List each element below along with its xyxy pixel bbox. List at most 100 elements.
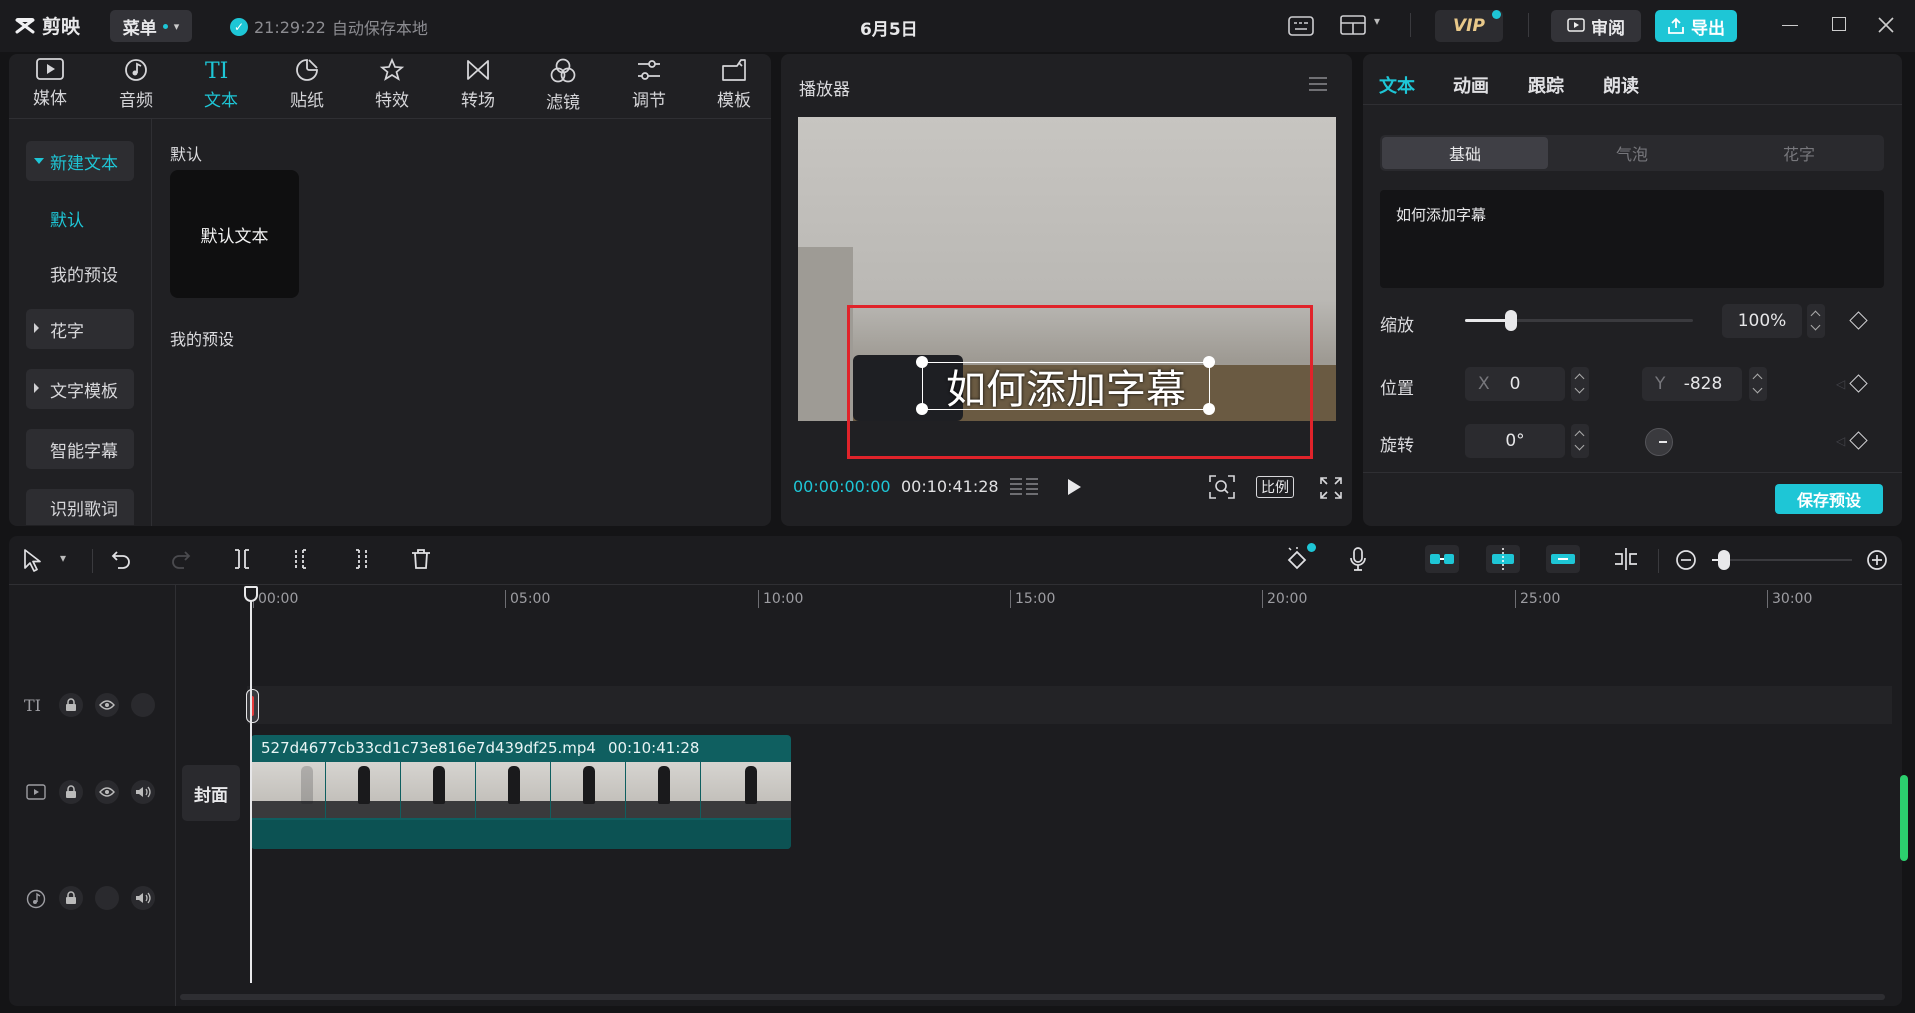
redo-icon[interactable]: [170, 548, 192, 570]
caption-overlay[interactable]: 如何添加字幕: [922, 362, 1210, 413]
hamburger-menu-icon[interactable]: [1308, 76, 1328, 92]
rotation-dial[interactable]: [1645, 428, 1673, 456]
subtab-bubble[interactable]: 气泡: [1549, 137, 1715, 169]
hide-track-button[interactable]: [95, 693, 119, 717]
split-left-icon[interactable]: [292, 548, 312, 570]
undo-icon[interactable]: [110, 548, 132, 570]
export-button[interactable]: 导出: [1655, 10, 1737, 42]
position-x-spinner[interactable]: [1571, 367, 1589, 401]
close-icon[interactable]: [1878, 17, 1894, 33]
scale-value: 100%: [1737, 311, 1787, 331]
tab-media[interactable]: 媒体: [15, 58, 85, 114]
text-clip-handle[interactable]: [246, 689, 259, 723]
playhead-handle-icon[interactable]: [244, 586, 258, 602]
export-label: 导出: [1691, 18, 1725, 39]
mute-track-button[interactable]: [131, 780, 155, 804]
timeline-grid-icon[interactable]: [1008, 476, 1040, 498]
scale-slider[interactable]: [1465, 310, 1693, 331]
horizontal-scrollbar[interactable]: [180, 994, 1885, 1000]
resize-handle-icon[interactable]: [1203, 356, 1215, 368]
tab-tracking[interactable]: 跟踪: [1528, 72, 1564, 98]
position-y-input[interactable]: Y -828: [1642, 367, 1742, 401]
microphone-icon[interactable]: [1349, 547, 1367, 571]
lock-track-button[interactable]: [59, 780, 83, 804]
keyboard-shortcut-icon[interactable]: [1288, 16, 1314, 36]
tab-template[interactable]: 模板: [699, 58, 769, 114]
lock-track-button[interactable]: [59, 693, 83, 717]
playhead[interactable]: [250, 597, 252, 983]
hide-track-button[interactable]: [95, 780, 119, 804]
tab-filter[interactable]: 滤镜: [528, 58, 598, 114]
minimize-icon[interactable]: [1782, 25, 1798, 26]
subtab-basic[interactable]: 基础: [1382, 137, 1548, 169]
rotate-input[interactable]: 0°: [1465, 424, 1565, 458]
mute-track-button[interactable]: [131, 886, 155, 910]
position-y-spinner[interactable]: [1749, 367, 1767, 401]
sidebar-item-text-template[interactable]: 文字模板: [26, 369, 134, 409]
tab-text[interactable]: TI 文本: [186, 58, 256, 114]
ruler-label: 15:00: [1015, 591, 1056, 607]
layout-icon[interactable]: [1340, 15, 1366, 37]
sidebar-item-label: 识别歌词: [50, 499, 118, 520]
zoom-preview-icon[interactable]: [1209, 475, 1235, 499]
auto-snap-button[interactable]: [1486, 545, 1520, 573]
save-preset-button[interactable]: 保存预设: [1775, 484, 1883, 514]
tab-transition-label: 转场: [461, 91, 495, 111]
aspect-ratio-button[interactable]: 比例: [1256, 476, 1294, 498]
linkage-button[interactable]: [1546, 545, 1580, 573]
fullscreen-icon[interactable]: [1320, 477, 1342, 499]
lock-icon: [66, 891, 76, 904]
keyframe-prev-icon[interactable]: ◁: [1836, 434, 1845, 448]
sidebar-item-auto-captions[interactable]: 智能字幕: [26, 429, 134, 469]
scale-value-input[interactable]: 100%: [1722, 304, 1802, 338]
zoom-out-icon[interactable]: [1675, 549, 1697, 571]
position-x-input[interactable]: X 0: [1465, 367, 1565, 401]
maximize-icon[interactable]: [1832, 17, 1846, 31]
scale-slider-knob[interactable]: [1504, 310, 1517, 331]
menu-button[interactable]: 菜单 ▾: [110, 10, 192, 42]
rotate-spinner[interactable]: [1571, 424, 1589, 458]
tab-effects[interactable]: 特效: [357, 58, 427, 114]
preview-axis-icon[interactable]: [1612, 547, 1640, 571]
default-text-card[interactable]: 默认文本: [170, 170, 299, 298]
timeline-zoom-knob[interactable]: [1718, 550, 1730, 570]
subtab-fancy[interactable]: 花字: [1716, 137, 1882, 169]
cover-button[interactable]: 封面: [182, 765, 240, 821]
tab-audio[interactable]: 音频: [101, 58, 171, 114]
play-icon[interactable]: [1065, 477, 1083, 497]
split-icon[interactable]: [232, 548, 252, 570]
vertical-scrollbar[interactable]: [1900, 775, 1908, 861]
tab-transition[interactable]: 转场: [443, 58, 513, 114]
media-icon: [36, 58, 64, 80]
sidebar-item-lyrics[interactable]: 识别歌词: [26, 489, 134, 525]
delete-icon[interactable]: [410, 548, 432, 570]
resize-handle-icon[interactable]: [916, 356, 928, 368]
main-track-magnet-button[interactable]: [1425, 545, 1459, 573]
tab-animation[interactable]: 动画: [1453, 72, 1489, 98]
split-right-icon[interactable]: [350, 548, 370, 570]
app-name: 剪映: [42, 16, 81, 38]
tab-text-inspector[interactable]: 文本: [1379, 72, 1415, 98]
timeline-zoom-slider[interactable]: [1712, 550, 1852, 570]
resize-handle-icon[interactable]: [916, 403, 928, 415]
tab-adjust[interactable]: 调节: [614, 58, 684, 114]
select-mode-chevron-icon[interactable]: ▾: [60, 551, 66, 565]
review-button[interactable]: 审阅: [1551, 10, 1641, 42]
sidebar-item-new-text[interactable]: 新建文本: [26, 141, 134, 181]
resize-handle-icon[interactable]: [1203, 403, 1215, 415]
scale-label: 缩放: [1380, 316, 1414, 336]
keyframe-prev-icon[interactable]: ◁: [1836, 377, 1845, 391]
scale-spinner[interactable]: [1807, 304, 1825, 338]
zoom-in-icon[interactable]: [1866, 549, 1888, 571]
text-content-input[interactable]: 如何添加字幕: [1380, 190, 1884, 288]
sidebar-item-fancy-text[interactable]: 花字: [26, 309, 134, 349]
text-track-lane[interactable]: [247, 686, 1892, 724]
sidebar-item-my-presets[interactable]: 我的预设: [26, 253, 134, 293]
layout-chevron-icon[interactable]: ▾: [1374, 14, 1380, 28]
tab-sticker[interactable]: 贴纸: [272, 58, 342, 114]
sidebar-item-default[interactable]: 默认: [26, 198, 134, 238]
lock-track-button[interactable]: [59, 886, 83, 910]
menu-dot-icon: [162, 23, 168, 29]
tab-read-aloud[interactable]: 朗读: [1603, 72, 1639, 98]
select-cursor-icon[interactable]: [22, 548, 42, 572]
